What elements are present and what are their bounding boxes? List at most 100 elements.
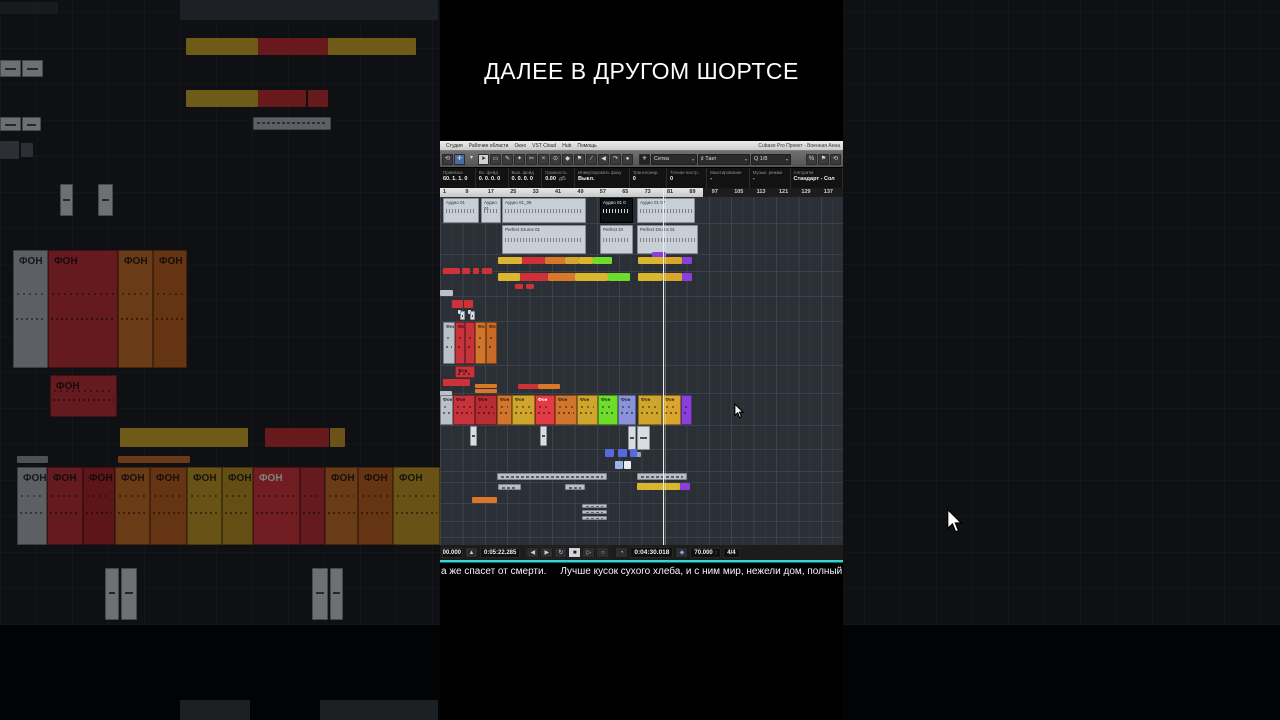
clip[interactable] bbox=[638, 257, 664, 264]
fon-clip[interactable]: Фон bbox=[555, 395, 577, 425]
clip[interactable] bbox=[582, 504, 607, 508]
clock-icon[interactable]: ◔ bbox=[615, 547, 629, 558]
history-icon[interactable]: ⟲ bbox=[442, 153, 453, 165]
fon-clip[interactable]: Фон bbox=[577, 395, 598, 425]
range-selection-tool-icon[interactable]: ▭ bbox=[490, 153, 501, 165]
audition-tool-icon[interactable]: ◀ bbox=[598, 153, 609, 165]
menu-item[interactable]: Помощь bbox=[574, 143, 599, 149]
clip[interactable] bbox=[582, 516, 607, 520]
clip[interactable] bbox=[472, 497, 497, 503]
clip[interactable] bbox=[615, 461, 623, 469]
marker-tool-icon[interactable]: ⚑ bbox=[574, 153, 585, 165]
snap-icon[interactable]: ✳ bbox=[639, 153, 650, 165]
clip[interactable] bbox=[618, 449, 627, 457]
move-tool-icon[interactable]: ✛ bbox=[454, 153, 465, 165]
clip[interactable] bbox=[565, 484, 585, 490]
infoline-field[interactable]: Транспонир. 0 bbox=[630, 168, 667, 188]
swing-icon[interactable]: % bbox=[806, 153, 817, 165]
zoom-tool-icon[interactable]: ⊙ bbox=[550, 153, 561, 165]
clip[interactable] bbox=[473, 268, 479, 274]
fon-clip[interactable]: Фон bbox=[598, 395, 618, 425]
play-button[interactable]: ▷ bbox=[582, 547, 596, 558]
clip[interactable] bbox=[470, 426, 477, 446]
fon-clip[interactable]: Фон bbox=[512, 395, 535, 425]
line-tool-icon[interactable]: ∕ bbox=[586, 153, 597, 165]
clip[interactable] bbox=[443, 379, 470, 386]
go-to-start-button[interactable]: ◀ bbox=[526, 547, 540, 558]
menu-item[interactable]: Окно bbox=[511, 143, 529, 149]
locator-time-display[interactable]: 0:05:22.285 bbox=[480, 547, 521, 558]
menu-item[interactable]: VST Cloud bbox=[529, 143, 559, 149]
audio-clip[interactable]: Аудио 01 bbox=[443, 198, 479, 223]
grid-type-select[interactable]: ♯ Такт ▾ bbox=[698, 153, 750, 165]
drums-clip[interactable]: Perfect Drums 01 bbox=[502, 225, 586, 254]
clip[interactable] bbox=[538, 384, 560, 389]
infoline-field[interactable]: Громкость 0.00 дБ bbox=[542, 168, 575, 188]
clip[interactable] bbox=[518, 384, 538, 389]
menu-item[interactable]: Студия bbox=[443, 143, 466, 149]
drums-clip[interactable]: Perfect Drums 01 bbox=[637, 225, 698, 254]
clip[interactable] bbox=[682, 257, 692, 264]
infoline-field[interactable]: Алгоритм Стандарт - Сол bbox=[791, 168, 843, 188]
infoline-field[interactable]: Точная настр. 0 bbox=[667, 168, 708, 188]
time-signature-display[interactable]: 4/4 bbox=[723, 547, 740, 558]
drums-clip[interactable]: Perfect Dr bbox=[600, 225, 633, 254]
clip[interactable] bbox=[548, 273, 575, 281]
fon-clip[interactable] bbox=[681, 395, 692, 425]
stop-button[interactable]: ■ bbox=[568, 547, 582, 558]
fon-clip[interactable]: Фон bbox=[618, 395, 636, 425]
clip[interactable] bbox=[470, 311, 475, 320]
clip[interactable] bbox=[475, 389, 497, 393]
clip[interactable] bbox=[637, 426, 650, 450]
clip[interactable] bbox=[440, 290, 453, 296]
clip[interactable] bbox=[452, 300, 463, 308]
tempo-spinner-icon[interactable]: ↕ bbox=[715, 550, 718, 556]
split-tool-icon[interactable]: ✂ bbox=[526, 153, 537, 165]
clip[interactable] bbox=[630, 449, 637, 457]
tool-options-arrow-icon[interactable]: ▾ bbox=[466, 154, 477, 165]
glue-tool-icon[interactable]: ✦ bbox=[514, 153, 525, 165]
clip[interactable] bbox=[540, 426, 547, 446]
snap-type-select[interactable]: Сетка ▾ bbox=[651, 153, 697, 165]
clip[interactable] bbox=[637, 483, 680, 490]
infoline-field[interactable]: Музык. режим - bbox=[750, 168, 791, 188]
infoline-field[interactable]: Мьютирование - bbox=[707, 168, 750, 188]
clip[interactable] bbox=[575, 273, 608, 281]
current-time-display[interactable]: 0:04:30.018 bbox=[630, 547, 674, 558]
clip[interactable] bbox=[608, 273, 630, 281]
clip[interactable] bbox=[497, 473, 607, 480]
fon-clip[interactable]: Фон bbox=[453, 395, 475, 425]
audio-clip[interactable]: Аудио 01_06 bbox=[502, 198, 586, 223]
iterative-quantize-icon[interactable]: ⟲ bbox=[830, 153, 841, 165]
arrangement-area[interactable]: Аудио 01 Аудио 01 Аудио 01_06 Аудио 01 0 Ауд… bbox=[440, 197, 843, 545]
clip[interactable] bbox=[664, 257, 682, 264]
fon-clip[interactable]: Фон bbox=[486, 322, 497, 364]
infoline-field[interactable]: Привязка 60. 1. 1. 0 bbox=[440, 168, 476, 188]
fon-clip[interactable]: Фон bbox=[475, 395, 497, 425]
draw-tool-icon[interactable]: ✎ bbox=[502, 153, 513, 165]
audio-clip[interactable]: Аудио 01 07 bbox=[637, 198, 695, 223]
clip[interactable] bbox=[526, 284, 534, 289]
marker-button[interactable]: ▲ bbox=[465, 547, 478, 558]
clip[interactable] bbox=[682, 273, 692, 281]
clip[interactable] bbox=[579, 257, 593, 264]
clip[interactable] bbox=[565, 257, 579, 264]
clip[interactable] bbox=[522, 257, 545, 264]
tempo-display[interactable]: 70.000 ↕ bbox=[690, 547, 722, 558]
warp-tool-icon[interactable]: ↷ bbox=[610, 153, 621, 165]
infoline-field[interactable]: Инвертировать фазу Выкл. bbox=[575, 168, 630, 188]
fon-clip[interactable] bbox=[465, 322, 475, 364]
clip[interactable] bbox=[605, 449, 614, 457]
timeline-ruler[interactable]: 1 9 17 25 33 41 49 57 65 73 81 89 97 105 113 121 129 137 bbox=[440, 188, 843, 197]
infoline-field[interactable]: Вх. фейд 0. 0. 0. 0 bbox=[476, 168, 509, 188]
fon-clip[interactable]: Фон bbox=[455, 366, 475, 378]
cycle-button[interactable]: ↻ bbox=[554, 547, 568, 558]
clip[interactable] bbox=[637, 473, 687, 480]
clip[interactable] bbox=[520, 273, 548, 281]
fon-clip[interactable]: Фон bbox=[497, 395, 512, 425]
audio-clip-selected[interactable]: Аудио 01 0 bbox=[600, 198, 633, 223]
clip[interactable] bbox=[475, 384, 497, 388]
mute-tool-icon[interactable]: × bbox=[538, 153, 549, 165]
fon-clip[interactable]: Фон bbox=[535, 395, 555, 425]
clip[interactable] bbox=[638, 273, 662, 281]
